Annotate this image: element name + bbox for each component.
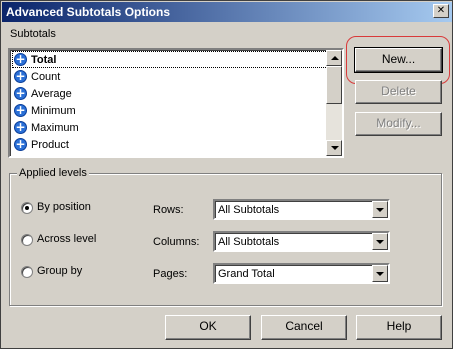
by-position-radio[interactable] <box>21 202 33 214</box>
cancel-button[interactable]: Cancel <box>261 315 347 340</box>
columns-select[interactable]: All Subtotals <box>213 231 390 252</box>
columns-label: Columns: <box>153 236 200 248</box>
rows-label: Rows: <box>153 204 184 216</box>
arrow-up-icon <box>331 56 339 60</box>
list-item-average[interactable]: + Average <box>12 85 328 102</box>
list-item-count[interactable]: + Count <box>12 68 328 85</box>
group-by-radio[interactable] <box>21 266 33 278</box>
help-button[interactable]: Help <box>356 315 442 340</box>
scroll-down-button[interactable] <box>326 140 342 156</box>
list-item-label: Average <box>31 87 72 100</box>
pages-dropdown-button[interactable] <box>372 265 388 282</box>
list-item-product[interactable]: + Product <box>12 136 328 153</box>
list-item-label: Total <box>31 53 57 66</box>
subtotals-listbox[interactable]: + Total + Count + Average + Minimum + Ma… <box>8 48 344 158</box>
columns-dropdown-button[interactable] <box>372 233 388 250</box>
highlight-annotation <box>346 36 450 84</box>
plus-circle-icon: + <box>14 86 27 100</box>
close-icon: ✕ <box>436 5 446 16</box>
chevron-down-icon <box>376 240 384 244</box>
rows-select[interactable]: All Subtotals <box>213 199 390 220</box>
title-bar: Advanced Subtotals Options ✕ <box>2 2 452 22</box>
columns-select-value: All Subtotals <box>218 236 280 248</box>
by-position-label[interactable]: By position <box>37 201 91 213</box>
list-item-label: Count <box>31 70 61 83</box>
pages-label: Pages: <box>153 268 188 280</box>
window-title: Advanced Subtotals Options <box>6 5 171 19</box>
rows-select-value: All Subtotals <box>218 204 280 216</box>
scroll-thumb[interactable] <box>326 66 342 104</box>
arrow-down-icon <box>331 146 339 150</box>
across-level-label[interactable]: Across level <box>37 233 96 245</box>
scroll-up-button[interactable] <box>326 50 342 66</box>
list-item-maximum[interactable]: + Maximum <box>12 119 328 136</box>
applied-levels-title: Applied levels <box>17 167 89 179</box>
list-item-label: Maximum <box>31 121 79 134</box>
subtotals-label: Subtotals <box>10 28 56 40</box>
advanced-subtotals-dialog: Advanced Subtotals Options ✕ Subtotals +… <box>0 0 453 349</box>
plus-circle-icon: + <box>14 137 27 151</box>
plus-circle-icon: + <box>14 120 27 134</box>
chevron-down-icon <box>376 272 384 276</box>
list-scrollbar[interactable] <box>326 50 342 156</box>
delete-button[interactable]: Delete <box>355 80 442 104</box>
list-item-total[interactable]: + Total <box>12 51 328 68</box>
plus-circle-icon: + <box>14 103 27 117</box>
plus-circle-icon: + <box>14 52 27 66</box>
pages-select-value: Grand Total <box>218 268 275 280</box>
modify-button[interactable]: Modify... <box>355 112 442 136</box>
group-by-label[interactable]: Group by <box>37 265 82 277</box>
chevron-down-icon <box>376 208 384 212</box>
close-button[interactable]: ✕ <box>433 4 449 18</box>
list-item-label: Product <box>31 138 69 151</box>
list-item-minimum[interactable]: + Minimum <box>12 102 328 119</box>
pages-select[interactable]: Grand Total <box>213 263 390 284</box>
list-item-label: Minimum <box>31 104 76 117</box>
ok-button[interactable]: OK <box>165 315 251 340</box>
rows-dropdown-button[interactable] <box>372 201 388 218</box>
across-level-radio[interactable] <box>21 234 33 246</box>
plus-circle-icon: + <box>14 69 27 83</box>
subtotals-list: + Total + Count + Average + Minimum + Ma… <box>12 51 328 153</box>
